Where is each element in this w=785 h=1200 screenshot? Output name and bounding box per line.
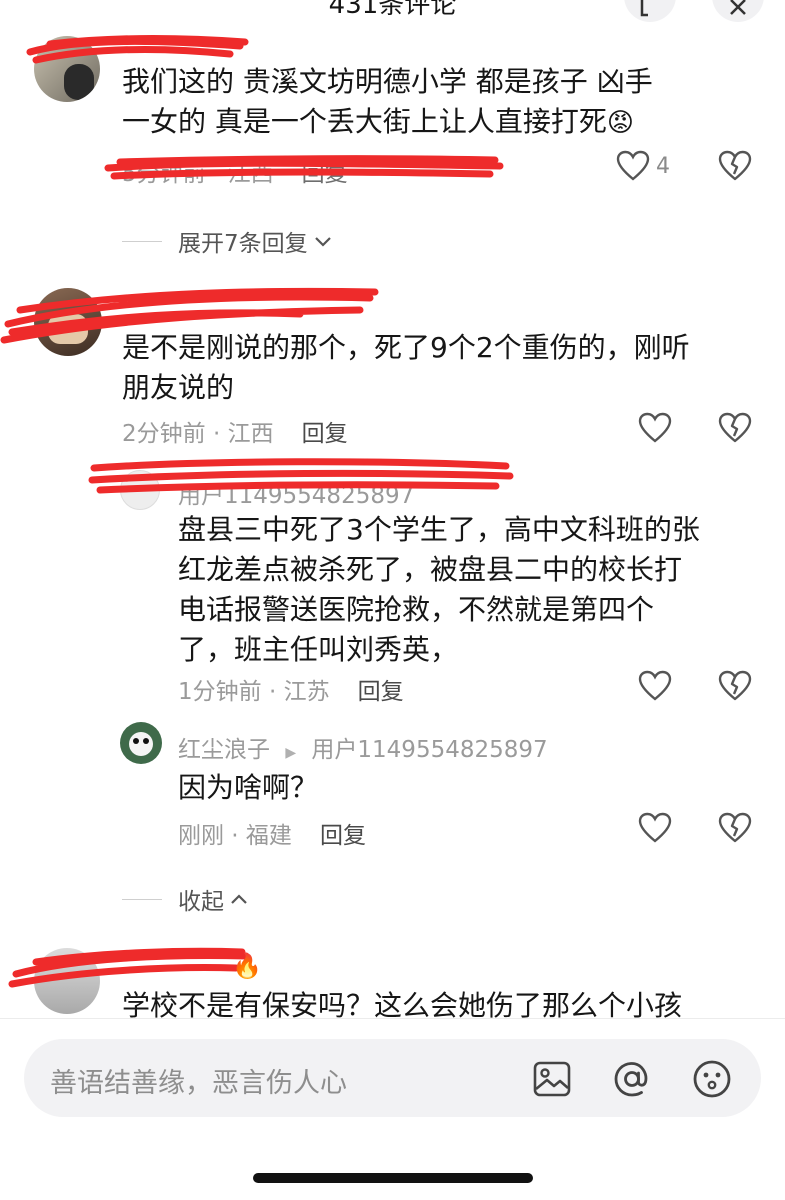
reply-button[interactable]: 回复	[302, 161, 348, 187]
comment-text: 是不是刚说的那个，死了9个2个重伤的，刚听 朋友说的	[122, 331, 690, 404]
dislike-button[interactable]	[718, 150, 752, 182]
reply-meta: 刚刚 · 福建 回复	[178, 823, 366, 849]
comment-meta: 2分钟前 · 江西 回复	[122, 421, 348, 447]
reply-username[interactable]: 用户1149554825897	[178, 476, 414, 510]
reply-avatar[interactable]	[120, 722, 162, 764]
comment-input-placeholder: 善语结善缘，恶言伤人心	[50, 1068, 347, 1099]
like-button[interactable]: 4	[616, 150, 670, 182]
dislike-icon	[718, 412, 752, 443]
image-button[interactable]	[528, 1055, 576, 1103]
like-button[interactable]	[638, 812, 672, 844]
avatar[interactable]	[34, 288, 102, 356]
at-icon	[614, 1062, 648, 1097]
divider	[122, 898, 162, 900]
like-button[interactable]	[638, 670, 672, 702]
home-indicator	[253, 1173, 533, 1183]
reply-arrow-icon: ▶	[285, 745, 297, 761]
reply-to-username[interactable]: 用户1149554825897	[311, 737, 547, 763]
collapse-replies-button[interactable]: 收起	[122, 882, 250, 916]
reply-meta: 1分钟前 · 江苏 回复	[178, 679, 404, 705]
comment-input[interactable]: 善语结善缘，恶言伤人心	[24, 1039, 761, 1117]
emoji-button[interactable]	[688, 1055, 736, 1103]
close-icon	[730, 0, 746, 15]
image-icon	[533, 1061, 571, 1097]
reply-text: 盘县三中死了3个学生了，高中文科班的张 红龙差点被杀死了，被盘县二中的校长打 电…	[178, 513, 700, 666]
reply-username[interactable]: 红尘浪子	[178, 737, 270, 763]
expand-icon	[640, 0, 648, 17]
avatar[interactable]	[34, 36, 100, 102]
comments-header: 431条评论	[0, 0, 785, 30]
heart-icon	[638, 412, 672, 443]
fire-emoji: 🔥	[232, 952, 262, 980]
reply-button[interactable]: 回复	[302, 421, 348, 447]
dislike-button[interactable]	[718, 412, 752, 444]
comment-meta: 5分钟前 · 江西 回复	[122, 161, 348, 187]
heart-icon	[638, 670, 672, 701]
reply-avatar[interactable]	[120, 470, 160, 510]
dislike-button[interactable]	[718, 812, 752, 844]
reply-text: 因为啥啊？	[178, 771, 319, 804]
comment-input-bar: 善语结善缘，恶言伤人心	[0, 1018, 785, 1200]
comment-text: 我们这的 贵溪文坊明德小学 都是孩子 凶手 一女的 真是一个丢大街上让人直接打死…	[122, 65, 653, 138]
avatar[interactable]	[34, 948, 100, 1014]
emoji-icon	[693, 1060, 731, 1098]
like-count: 4	[656, 153, 670, 179]
divider	[122, 240, 162, 242]
reply-button[interactable]: 回复	[320, 823, 366, 849]
dislike-icon	[718, 670, 752, 701]
dislike-icon	[718, 150, 752, 181]
chevron-up-icon	[231, 894, 247, 904]
dislike-button[interactable]	[718, 670, 752, 702]
reply-header: 红尘浪子 ▶ 用户1149554825897	[178, 730, 548, 764]
dislike-icon	[718, 812, 752, 843]
mention-button[interactable]	[608, 1055, 656, 1103]
expand-replies-button[interactable]: 展开7条回复	[122, 224, 334, 258]
chevron-down-icon	[314, 237, 331, 247]
like-button[interactable]	[638, 412, 672, 444]
reply-button[interactable]: 回复	[358, 679, 404, 705]
angry-emoji: 😡	[606, 108, 635, 138]
heart-icon	[616, 150, 650, 181]
heart-icon	[638, 812, 672, 843]
